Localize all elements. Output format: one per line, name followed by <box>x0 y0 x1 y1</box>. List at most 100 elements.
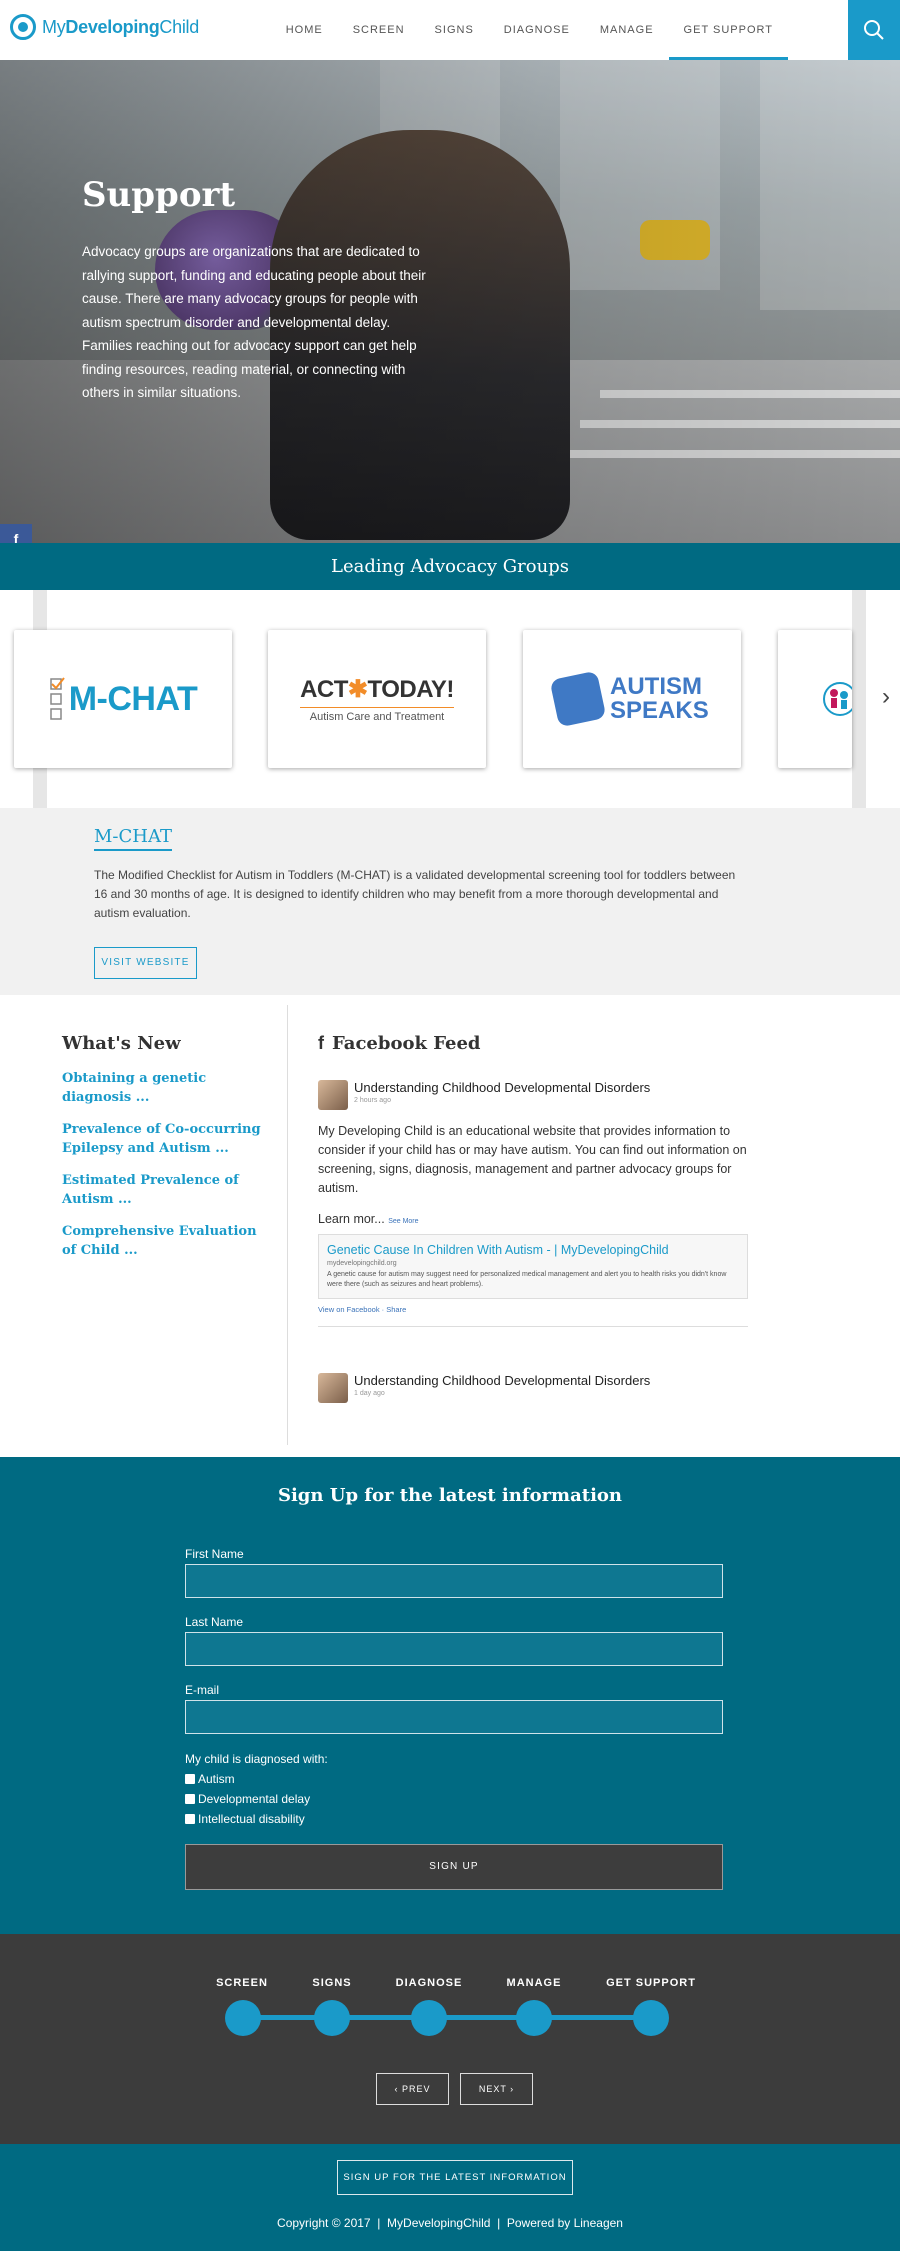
checkbox-label: Autism <box>198 1772 235 1786</box>
logo-suffix: Child <box>159 16 199 37</box>
visit-website-button[interactable]: VISIT WEBSITE <box>94 947 197 979</box>
news-link[interactable]: Estimated Prevalence of Autism ... <box>62 1171 272 1209</box>
first-name-label: First Name <box>185 1547 244 1561</box>
checklist-icon <box>49 677 65 720</box>
step-label-diagnose[interactable]: DIAGNOSE <box>379 1977 479 1989</box>
news-link[interactable]: Comprehensive Evaluation of Child ... <box>62 1222 272 1260</box>
nav-screen[interactable]: SCREEN <box>338 0 420 60</box>
first-name-field[interactable] <box>185 1564 723 1598</box>
site-header: MyDevelopingChild HOME SCREEN SIGNS DIAG… <box>0 0 900 60</box>
step-dot-manage[interactable] <box>516 2000 552 2036</box>
news-section: What's New Obtaining a genetic diagnosis… <box>0 995 900 1457</box>
act-today-logo: ACT✱TODAY! Autism Care and Treatment <box>300 675 454 723</box>
act-sun-mark: ✱ <box>347 676 368 703</box>
avatar[interactable] <box>318 1080 348 1110</box>
family-logo-icon <box>823 682 852 716</box>
sign-up-button[interactable]: SIGN UP <box>185 1844 723 1890</box>
news-link[interactable]: Prevalence of Co-occurring Epilepsy and … <box>62 1120 272 1158</box>
facebook-icon: f <box>318 1033 324 1053</box>
post-more: Learn mor... See More <box>318 1212 748 1226</box>
advocacy-card-mchat[interactable]: M-CHAT <box>14 630 232 768</box>
facebook-feed-title-text: Facebook Feed <box>332 1033 481 1054</box>
progress-line <box>243 2015 651 2020</box>
post-separator <box>318 1326 748 1327</box>
last-name-label: Last Name <box>185 1615 244 1629</box>
nav-signs[interactable]: SIGNS <box>420 0 489 60</box>
facebook-share-tab[interactable]: f <box>0 524 32 543</box>
step-dot-signs[interactable] <box>314 2000 350 2036</box>
advocacy-card-autism-speaks[interactable]: AUTISM SPEAKS <box>523 630 741 768</box>
signup-title: Sign Up for the latest information <box>277 1485 623 1506</box>
step-dot-screen[interactable] <box>225 2000 261 2036</box>
main-nav: HOME SCREEN SIGNS DIAGNOSE MANAGE GET SU… <box>271 0 788 60</box>
checkbox-intellectual-disability[interactable]: Intellectual disability <box>185 1812 305 1826</box>
act-word: ACT <box>300 676 348 703</box>
checkbox[interactable] <box>185 1774 195 1784</box>
nav-diagnose[interactable]: DIAGNOSE <box>489 0 585 60</box>
checkbox[interactable] <box>185 1794 195 1804</box>
post-meta: Understanding Childhood Developmental Di… <box>354 1373 650 1397</box>
checkbox-label: Intellectual disability <box>198 1812 305 1826</box>
step-label-screen[interactable]: SCREEN <box>192 1977 292 1989</box>
nav-home[interactable]: HOME <box>271 0 338 60</box>
puzzle-piece-icon <box>549 670 607 728</box>
diagnosed-label: My child is diagnosed with: <box>185 1752 328 1766</box>
post-body: My Developing Child is an educational we… <box>318 1124 747 1195</box>
site-footer: SIGN UP FOR THE LATEST INFORMATION Copyr… <box>0 2144 900 2251</box>
nav-manage[interactable]: MANAGE <box>585 0 669 60</box>
site-logo[interactable]: MyDevelopingChild <box>10 14 199 40</box>
step-label-signs[interactable]: SIGNS <box>282 1977 382 1989</box>
link-domain: mydevelopingchild.org <box>327 1260 397 1267</box>
selected-group-name[interactable]: M-CHAT <box>94 826 173 851</box>
act-today-subtitle: Autism Care and Treatment <box>300 707 454 723</box>
prev-button[interactable]: ‹ PREV <box>376 2073 449 2105</box>
facebook-post: Understanding Childhood Developmental Di… <box>318 1080 748 1327</box>
advocacy-carousel: ‹ › M-CHAT ACT✱TODAY! Autism Care and Tr… <box>0 590 900 808</box>
post-header: Understanding Childhood Developmental Di… <box>318 1373 748 1403</box>
carousel-next-arrow[interactable]: › <box>876 685 896 709</box>
step-label-manage[interactable]: MANAGE <box>484 1977 584 1989</box>
advocacy-card-partial[interactable] <box>778 630 852 768</box>
whats-new-list: Obtaining a genetic diagnosis ... Preval… <box>62 1069 272 1273</box>
step-label-get-support[interactable]: GET SUPPORT <box>601 1977 701 1989</box>
advocacy-heading: Leading Advocacy Groups <box>0 543 900 590</box>
nav-get-support[interactable]: GET SUPPORT <box>668 0 788 60</box>
checkbox-developmental-delay[interactable]: Developmental delay <box>185 1792 310 1806</box>
selected-group-description: The Modified Checklist for Autism in Tod… <box>94 868 736 920</box>
link-description: A genetic cause for autism may suggest n… <box>327 1271 727 1288</box>
logo-bold: Developing <box>65 16 160 37</box>
post-author[interactable]: Understanding Childhood Developmental Di… <box>354 1373 650 1388</box>
avatar[interactable] <box>318 1373 348 1403</box>
hero-description: Advocacy groups are organizations that a… <box>82 244 426 400</box>
whats-new-title: What's New <box>62 1033 181 1054</box>
search-button[interactable] <box>848 0 900 60</box>
last-name-field[interactable] <box>185 1632 723 1666</box>
hero-banner: Support Advocacy groups are organization… <box>0 60 900 543</box>
autism-speaks-wordmark: AUTISM SPEAKS <box>610 673 709 724</box>
step-dot-diagnose[interactable] <box>411 2000 447 2036</box>
email-field[interactable] <box>185 1700 723 1734</box>
checkbox-label: Developmental delay <box>198 1792 311 1806</box>
next-button[interactable]: NEXT › <box>460 2073 533 2105</box>
post-header: Understanding Childhood Developmental Di… <box>318 1080 748 1110</box>
act-today-wordmark: ACT✱TODAY! <box>300 675 454 704</box>
step-dot-get-support[interactable] <box>633 2000 669 2036</box>
post-time: 1 day ago <box>354 1390 385 1397</box>
news-link[interactable]: Obtaining a genetic diagnosis ... <box>62 1069 272 1107</box>
link-title[interactable]: Genetic Cause In Children With Autism - … <box>327 1243 739 1257</box>
checkbox[interactable] <box>185 1814 195 1824</box>
carousel-edge <box>852 590 866 808</box>
post-link-card[interactable]: Genetic Cause In Children With Autism - … <box>318 1234 748 1299</box>
post-author[interactable]: Understanding Childhood Developmental Di… <box>354 1080 650 1095</box>
search-icon <box>864 20 884 40</box>
email-label: E-mail <box>185 1683 220 1697</box>
footer-signup-button[interactable]: SIGN UP FOR THE LATEST INFORMATION <box>337 2160 573 2195</box>
advocacy-card-act-today[interactable]: ACT✱TODAY! Autism Care and Treatment <box>268 630 486 768</box>
see-more-link[interactable]: See More <box>388 1218 418 1225</box>
advocacy-section: ‹ › M-CHAT ACT✱TODAY! Autism Care and Tr… <box>0 590 900 995</box>
post-actions[interactable]: View on Facebook · Share <box>318 1305 748 1314</box>
column-divider <box>287 1005 288 1445</box>
page-title: Support <box>82 175 236 215</box>
checkbox-autism[interactable]: Autism <box>185 1772 235 1786</box>
today-word: TODAY! <box>367 676 455 703</box>
